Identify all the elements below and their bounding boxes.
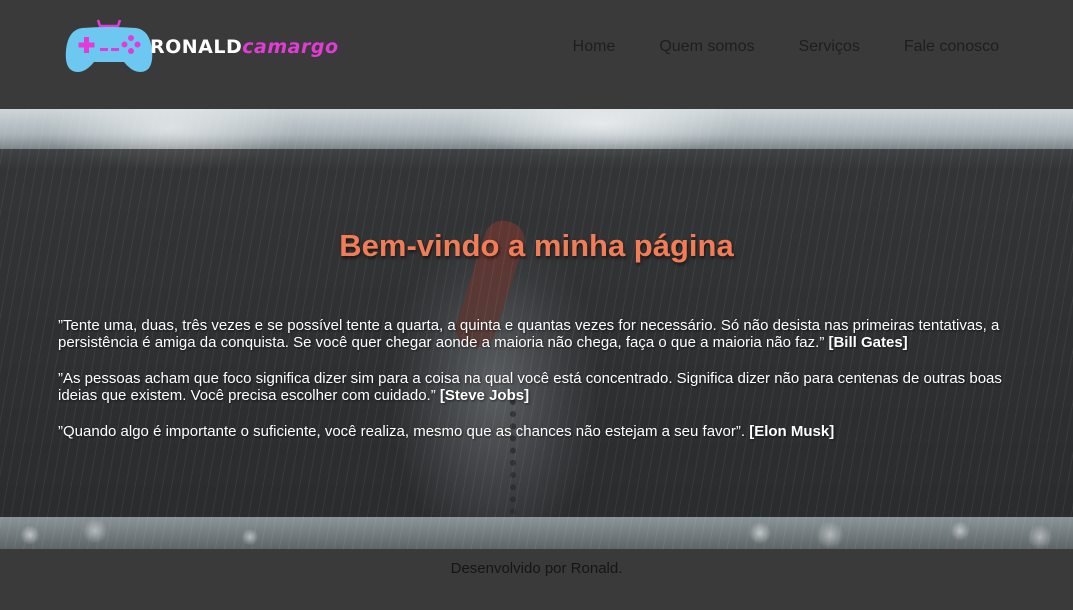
quotes-list: ”Tente uma, duas, três vezes e se possív… — [58, 317, 1018, 459]
page-title: Bem-vindo a minha página — [339, 228, 734, 263]
quote-item: ”As pessoas acham que foco significa diz… — [58, 370, 1018, 404]
quote-text: ”As pessoas acham que foco significa diz… — [58, 370, 1002, 404]
nav-home[interactable]: Home — [573, 38, 616, 56]
quote-author: [Elon Musk] — [749, 423, 835, 440]
nav-fale-conosco[interactable]: Fale conosco — [904, 38, 999, 56]
gamepad-icon — [65, 19, 153, 72]
site-header: RONALDcamargo Home Quem somos Serviços F… — [0, 0, 1073, 109]
footer-credit: Desenvolvido por Ronald. — [450, 560, 623, 577]
hero-section: Bem-vindo a minha página ”Tente uma, dua… — [0, 109, 1073, 549]
logo-text: RONALDcamargo — [150, 36, 339, 58]
site-footer: Desenvolvido por Ronald. — [0, 549, 1073, 610]
quote-author: [Steve Jobs] — [439, 387, 530, 404]
hero-bottom-strip — [0, 517, 1073, 549]
nav-quem-somos[interactable]: Quem somos — [659, 38, 754, 56]
main-nav: Home Quem somos Serviços Fale conosco — [573, 38, 999, 56]
nav-servicos[interactable]: Serviços — [798, 38, 859, 56]
quote-author: [Bill Gates] — [828, 334, 908, 351]
quote-text: ”Quando algo é importante o suficiente, … — [58, 423, 750, 440]
site-logo[interactable]: RONALDcamargo — [64, 18, 354, 78]
logo-last-name: camargo — [242, 36, 339, 58]
quote-item: ”Tente uma, duas, três vezes e se possív… — [58, 317, 1018, 351]
logo-first-name: RONALD — [150, 36, 243, 58]
quote-item: ”Quando algo é importante o suficiente, … — [58, 423, 1018, 440]
